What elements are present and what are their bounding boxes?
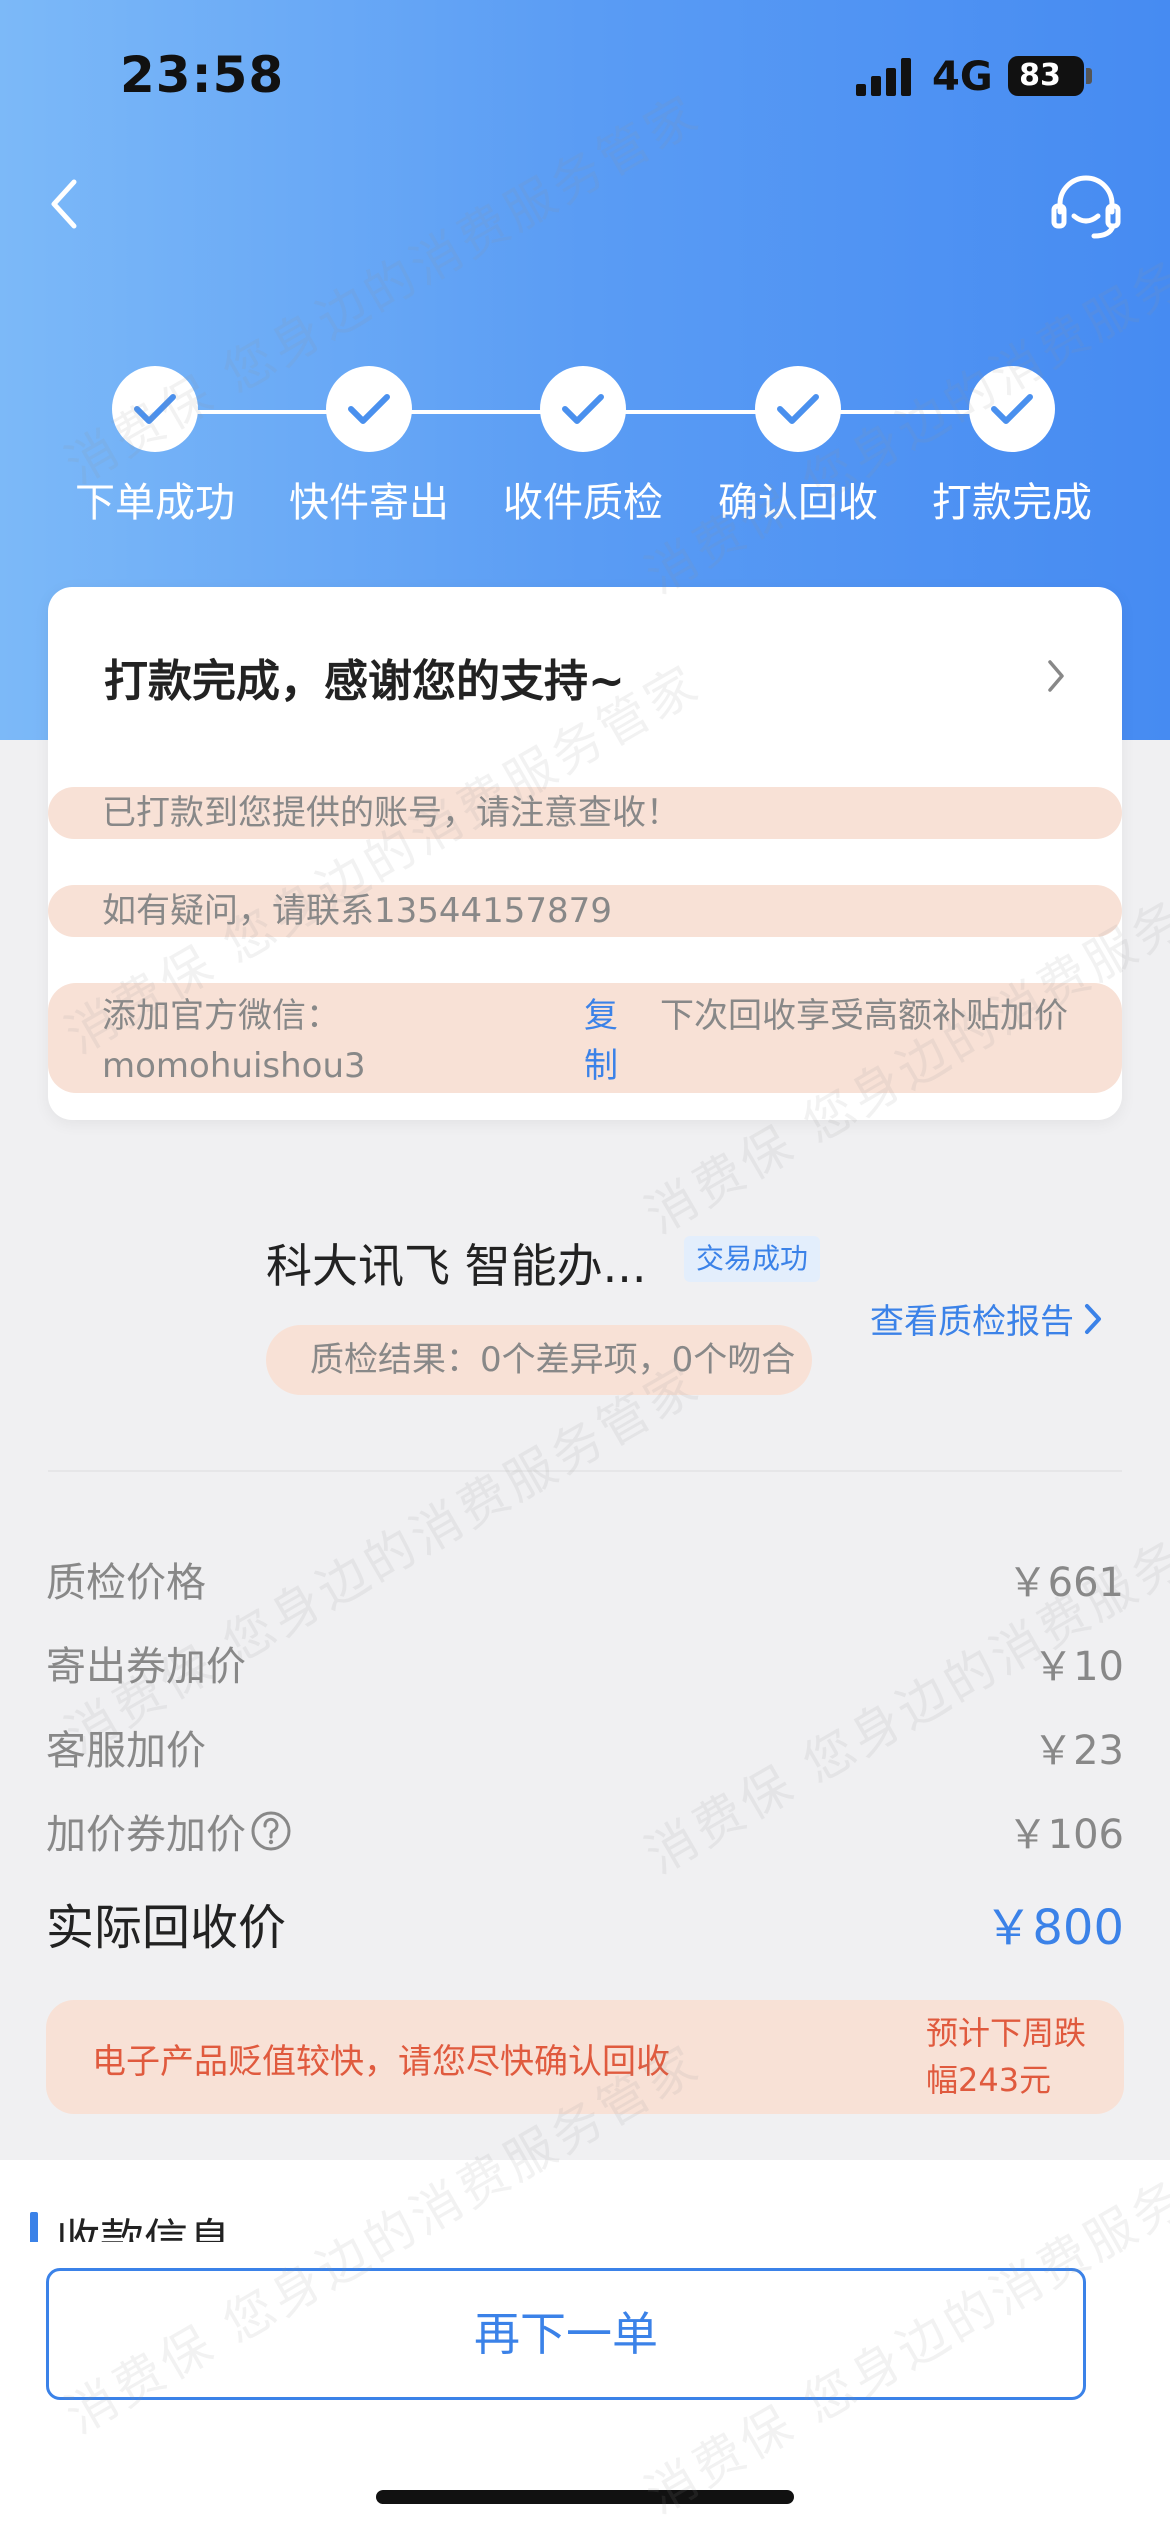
progress-step: 下单成功 [45,360,265,528]
wechat-id-text: 添加官方微信：momohuishou3 [102,996,366,1086]
check-circle-icon [755,366,841,452]
payment-notice-text: 已打款到您提供的账号，请注意查收！ [102,793,680,833]
total-value: ￥800 [984,1900,1124,1956]
price-label: 加价券加价 [46,1812,246,1858]
qc-result: 质检结果：0个差异项，0个吻合 [266,1325,812,1395]
step-label: 下单成功 [75,480,235,526]
contact-notice-text: 如有疑问，请联系13544157879 [102,891,612,931]
price-value: ￥10 [1033,1644,1124,1690]
step-label: 打款完成 [932,480,1092,526]
payment-status-card[interactable]: 打款完成，感谢您的支持~ 已打款到您提供的账号，请注意查收！ 如有疑问，请联系1… [48,587,1122,1120]
price-label: 质检价格 [46,1560,206,1606]
price-row-coupon: 寄出券加价 ￥10 [46,1634,1124,1694]
home-indicator [376,2490,794,2504]
price-value: ￥23 [1033,1728,1124,1774]
view-report-label: 查看质检报告 [870,1302,1074,1342]
price-value: ￥106 [1007,1812,1124,1858]
battery-level: 83 [1019,58,1061,93]
battery-nub [1086,68,1092,84]
price-label-wrap: 加价券加价 [46,1802,292,1860]
step-label: 快件寄出 [289,480,449,526]
status-bar: 23:58 4G 83 [0,0,1170,150]
chevron-right-icon [1048,660,1064,692]
back-button[interactable] [46,176,86,232]
bottom-action-bar: 再下一单 [0,2242,1170,2532]
wechat-notice: 添加官方微信：momohuishou3 复制 下次回收享受高额补贴加价 [48,983,1122,1093]
price-row-qc: 质检价格 ￥661 [46,1550,1124,1610]
price-row-voucher: 加价券加价 ￥106 [46,1802,1124,1862]
check-circle-icon [326,366,412,452]
contact-notice: 如有疑问，请联系13544157879 [48,885,1122,937]
copy-button[interactable]: 复制 [584,991,628,1091]
product-name: 科大讯飞 智能办... [266,1239,647,1293]
bonus-text: 下次回收享受高额补贴加价 [660,996,1068,1036]
payment-notice: 已打款到您提供的账号，请注意查收！ [48,787,1122,839]
signal-icon [856,58,914,96]
view-report-link[interactable]: 查看质检报告 [870,1294,1104,1343]
price-label: 客服加价 [46,1728,206,1774]
order-progress: 下单成功 快件寄出 收件质检 确认回收 打款完成 [0,360,1170,530]
depreciation-warning: 电子产品贬值较快，请您尽快确认回收 预计下周跌幅243元 [46,2000,1124,2114]
warning-text: 电子产品贬值较快，请您尽快确认回收 [92,2042,670,2082]
reorder-button[interactable]: 再下一单 [46,2268,1086,2400]
progress-step: 确认回收 [688,360,908,528]
divider [48,1470,1122,1472]
step-label: 收件质检 [503,480,663,526]
price-label: 寄出券加价 [46,1644,246,1690]
chevron-left-icon [51,179,77,229]
progress-step: 打款完成 [902,360,1122,528]
price-value: ￥661 [1007,1560,1124,1606]
status-time: 23:58 [120,46,285,104]
forecast-text: 预计下周跌幅243元 [926,2014,1087,2099]
customer-service-button[interactable] [1050,172,1122,240]
help-icon[interactable] [250,1810,292,1852]
network-type: 4G [932,54,993,100]
headset-icon [1051,175,1121,239]
total-label: 实际回收价 [46,1900,287,1956]
chevron-right-icon [1085,1303,1101,1334]
progress-step: 收件质检 [473,360,693,528]
check-circle-icon [969,366,1055,452]
status-badge: 交易成功 [684,1236,821,1282]
card-title: 打款完成，感谢您的支持~ [104,656,625,707]
progress-step: 快件寄出 [259,360,479,528]
price-row-total: 实际回收价 ￥800 [46,1888,1124,1956]
check-circle-icon [540,366,626,452]
step-label: 确认回收 [718,480,878,526]
price-row-service: 客服加价 ￥23 [46,1718,1124,1778]
battery-icon: 83 [1008,56,1084,96]
check-circle-icon [112,366,198,452]
